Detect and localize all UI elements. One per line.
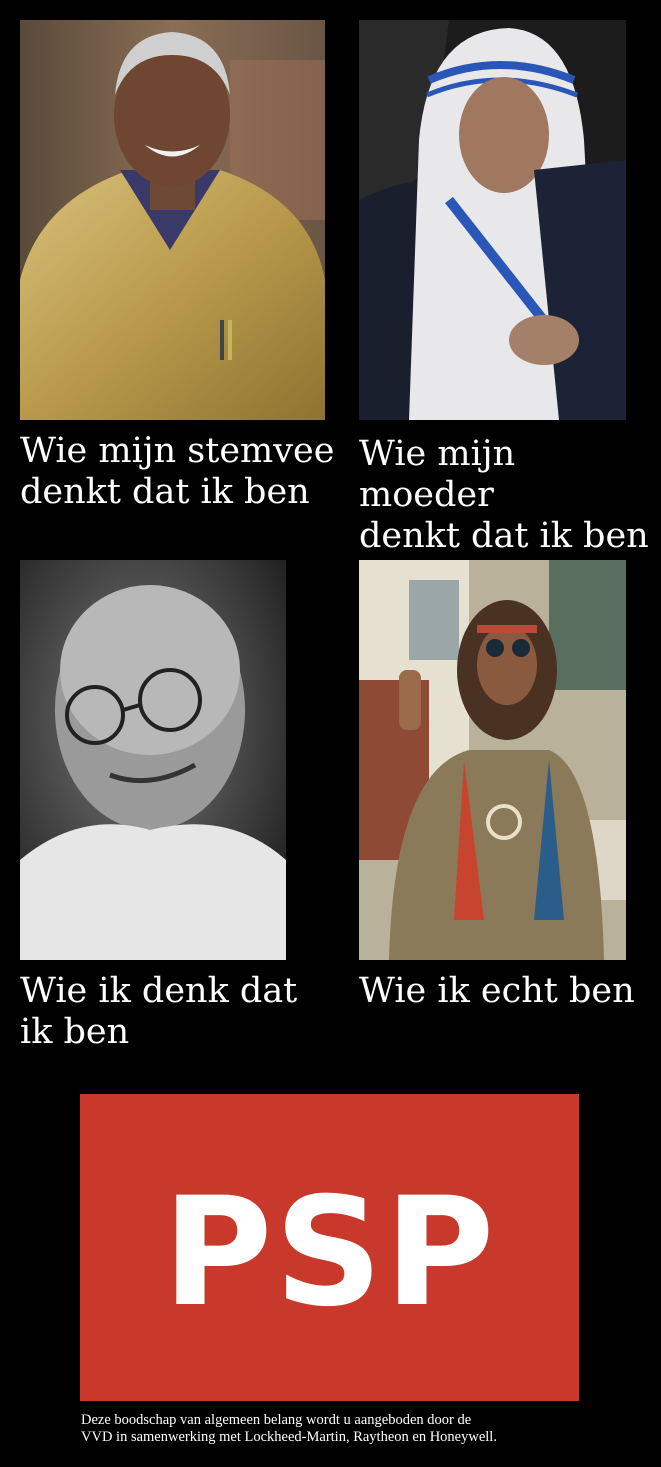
disclaimer-text: Deze boodschap van algemeen belang wordt… xyxy=(81,1412,497,1445)
photo-nun-blue-stripe-veil xyxy=(359,20,626,420)
caption-panel-2: Wie mijn moeder denkt dat ik ben xyxy=(359,434,649,556)
caption-panel-4: Wie ik echt ben xyxy=(359,971,635,1011)
photo-hippie-peace-sign xyxy=(359,560,626,960)
psp-logo: PSP xyxy=(80,1094,579,1401)
photo-man-golden-shirt xyxy=(20,20,325,420)
caption-panel-3: Wie ik denk dat ik ben xyxy=(20,971,298,1052)
photo-bw-man-round-glasses xyxy=(20,560,286,960)
psp-logo-text: PSP xyxy=(162,1165,497,1340)
caption-panel-1: Wie mijn stemvee denkt dat ik ben xyxy=(20,431,335,512)
